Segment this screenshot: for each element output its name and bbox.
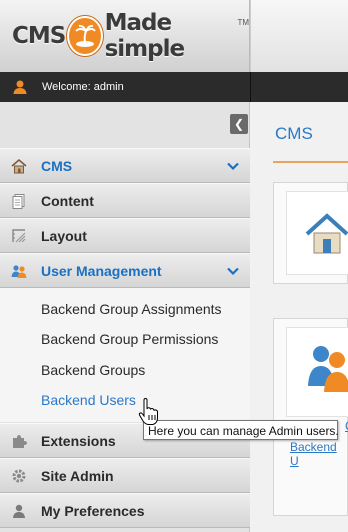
title-underline (273, 161, 348, 163)
sidebar-item-label: Content (41, 192, 94, 209)
welcome-text: Welcome: admin (42, 81, 124, 93)
users-icon (307, 342, 348, 399)
document-icon (11, 193, 27, 209)
submenu-item-backend-users[interactable]: Backend Users (41, 392, 136, 408)
user-management-submenu: Backend Group Assignments Backend Group … (0, 288, 250, 422)
home-icon (305, 212, 348, 261)
submenu-item-backend-group-permissions[interactable]: Backend Group Permissions (41, 331, 218, 347)
welcome-bar: Welcome: admin (0, 72, 348, 102)
chevron-left-icon: ❮ (233, 117, 245, 131)
sidebar-item-label: CMS (41, 157, 73, 174)
sidebar-item-my-preferences[interactable]: My Preferences (0, 493, 250, 528)
palm-island-icon (67, 16, 103, 56)
submenu-item-backend-group-assignments[interactable]: Backend Group Assignments (41, 301, 222, 317)
sidebar-item-label: Layout (41, 227, 87, 244)
hand-pointer-cursor-icon (138, 397, 160, 426)
sidebar-item-site-admin[interactable]: Site Admin (0, 458, 250, 493)
collapse-sidebar-button[interactable]: ❮ (230, 114, 248, 134)
sidebar-item-label: Site Admin (41, 467, 114, 484)
submenu-item-backend-groups[interactable]: Backend Groups (41, 362, 145, 378)
main-link-backend-users[interactable]: Backend U (290, 440, 348, 468)
divider (250, 72, 251, 102)
dashboard-panel-user-management (273, 318, 348, 516)
sidebar-item-content[interactable]: Content (0, 183, 250, 218)
tooltip-text: Here you can manage Admin users. (148, 424, 339, 438)
dashboard-tile-user-management[interactable] (286, 327, 348, 417)
sidebar-item-cms[interactable]: CMS (0, 148, 250, 183)
sidebar-item-user-management[interactable]: User Management (0, 253, 250, 288)
home-icon (11, 158, 27, 174)
layout-icon (11, 228, 27, 244)
puzzle-icon (11, 433, 27, 449)
cms-logo[interactable]: CMS Made simple TM (12, 10, 249, 62)
logo-trademark: TM (237, 18, 249, 27)
gear-icon (11, 468, 27, 484)
sidebar-item-layout[interactable]: Layout (0, 218, 250, 253)
dashboard-tile-cms[interactable] (286, 191, 348, 275)
dashboard-panel-cms (273, 182, 348, 284)
header-logo-area: CMS Made simple TM (0, 0, 250, 72)
sidebar: ❮ CMS Content Layout User Management Bac… (0, 102, 250, 532)
header-right-area (250, 0, 348, 72)
sidebar-item-label: My Preferences (41, 502, 145, 519)
chevron-down-icon (226, 159, 240, 173)
logo-text-left: CMS (12, 23, 66, 49)
page-title: CMS (275, 124, 313, 143)
user-icon (12, 79, 28, 95)
logo-text-right: Made simple (104, 10, 185, 62)
sidebar-item-label: Extensions (41, 432, 116, 449)
chevron-down-icon (226, 264, 240, 278)
sidebar-item-label: User Management (41, 262, 162, 279)
user-icon (11, 503, 27, 519)
users-icon (11, 263, 27, 279)
tooltip: Here you can manage Admin users. (143, 420, 339, 440)
